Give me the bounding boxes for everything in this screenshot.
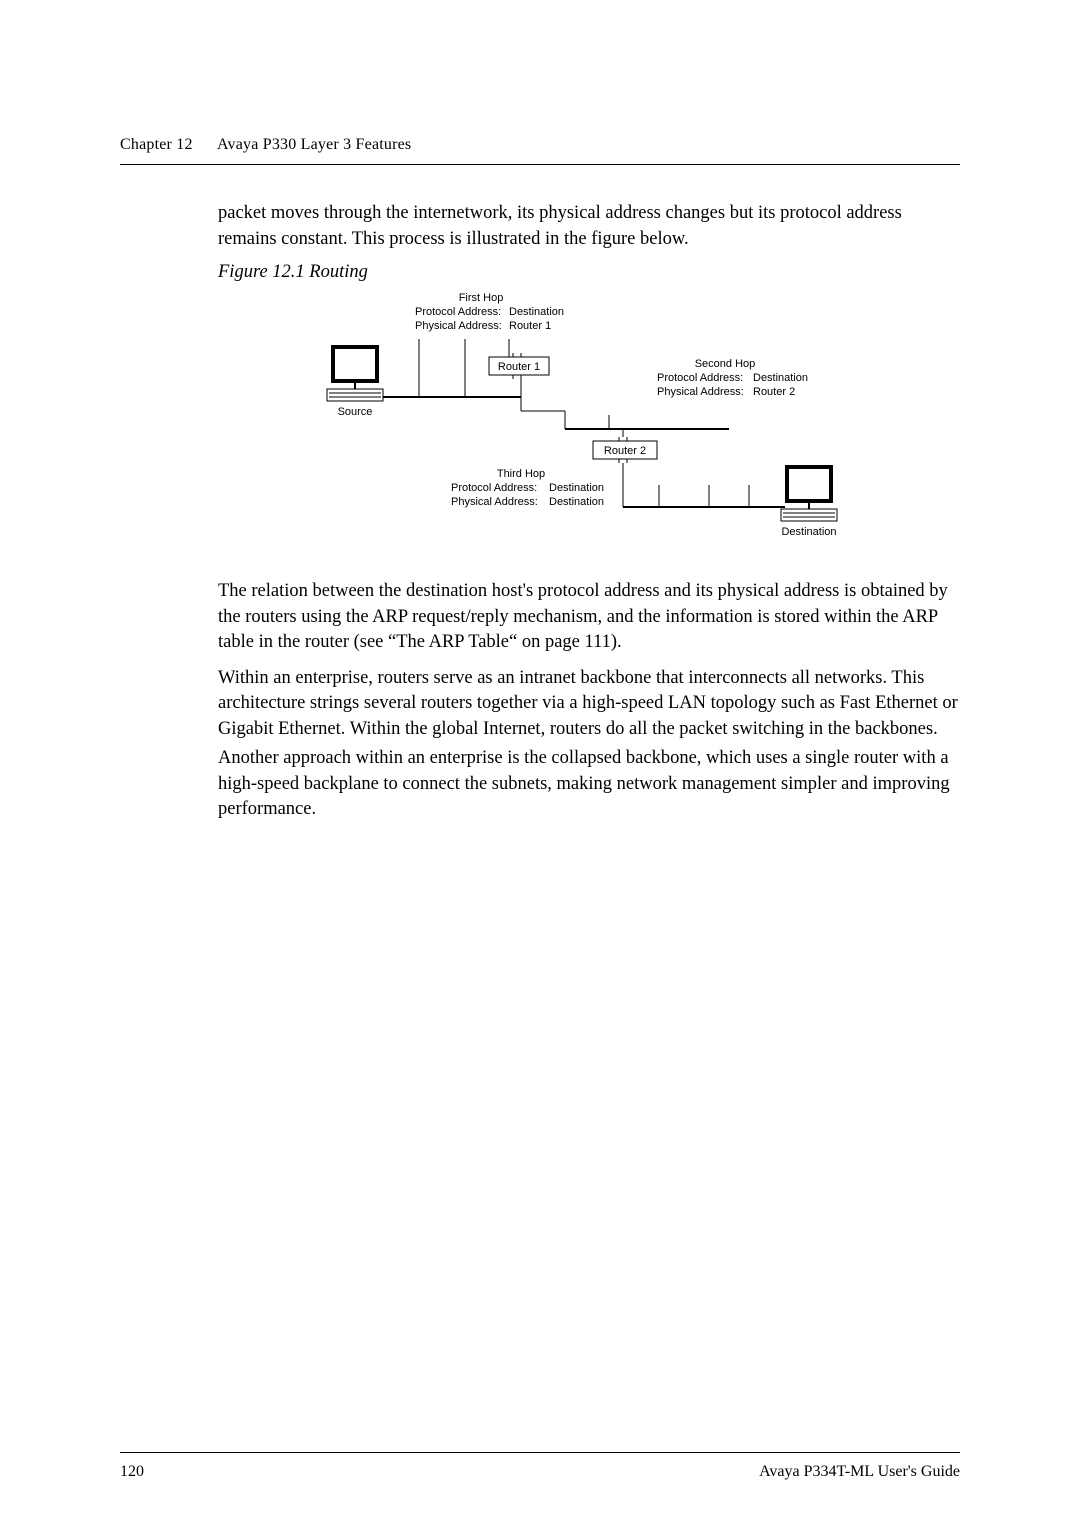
router1-icon: Router 1 <box>489 353 549 379</box>
chapter-label: Chapter 12 <box>120 136 193 153</box>
destination-computer-icon <box>781 467 837 521</box>
chapter-title: Avaya P330 Layer 3 Features <box>217 136 411 153</box>
second-ph-label: Physical Address: <box>657 386 744 398</box>
third-hop-title: Third Hop <box>497 468 545 480</box>
body-paragraph-2: Within an enterprise, routers serve as a… <box>218 666 960 743</box>
body-paragraph-1: The relation between the destination hos… <box>218 579 960 656</box>
document-title: Avaya P334T-ML User's Guide <box>759 1463 960 1481</box>
page-footer: 120 Avaya P334T-ML User's Guide <box>120 1463 960 1481</box>
first-ph-label: Physical Address: <box>415 320 502 332</box>
router2-label: Router 2 <box>604 445 646 457</box>
page-header: Chapter 12 Avaya P330 Layer 3 Features <box>120 136 960 154</box>
third-ph-label: Physical Address: <box>451 496 538 508</box>
first-ph-value: Router 1 <box>509 320 551 332</box>
footer-rule <box>120 1452 960 1453</box>
second-hop-title: Second Hop <box>695 358 756 370</box>
page-number: 120 <box>120 1463 144 1481</box>
header-rule <box>120 164 960 165</box>
figure-caption: Figure 12.1 Routing <box>218 262 960 283</box>
destination-label: Destination <box>781 526 836 538</box>
source-label: Source <box>338 406 373 418</box>
third-pa-label: Protocol Address: <box>451 482 537 494</box>
routing-diagram: First Hop Protocol Address: Destination … <box>309 289 869 549</box>
third-ph-value: Destination <box>549 496 604 508</box>
third-pa-value: Destination <box>549 482 604 494</box>
router2-icon: Router 2 <box>593 437 657 463</box>
first-pa-value: Destination <box>509 306 564 318</box>
first-hop-title: First Hop <box>459 292 504 304</box>
second-pa-label: Protocol Address: <box>657 372 743 384</box>
source-computer-icon <box>327 347 383 401</box>
second-pa-value: Destination <box>753 372 808 384</box>
intro-paragraph: packet moves through the internetwork, i… <box>218 201 960 252</box>
first-pa-label: Protocol Address: <box>415 306 501 318</box>
second-ph-value: Router 2 <box>753 386 795 398</box>
body-paragraph-3: Another approach within an enterprise is… <box>218 746 960 823</box>
router1-label: Router 1 <box>498 361 540 373</box>
